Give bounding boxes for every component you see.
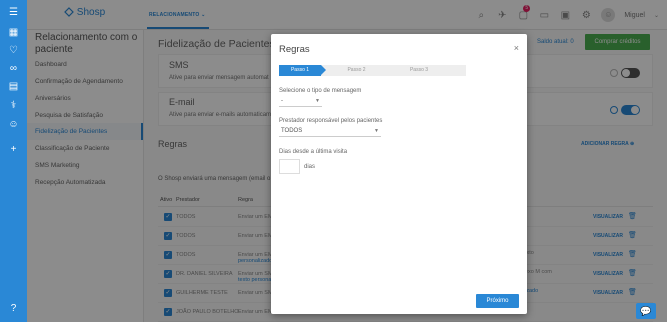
next-button[interactable]: Próximo: [476, 294, 519, 308]
days-input[interactable]: [279, 159, 300, 174]
chat-icon[interactable]: 💬: [636, 303, 656, 319]
left-rail: ☰ ▦ ♡ ∞ ▤ ⚕ ☺ + ?: [0, 0, 27, 322]
close-icon[interactable]: ×: [514, 43, 519, 53]
prestador-label: Prestador responsável pelos pacientes: [279, 118, 383, 124]
stethoscope-icon[interactable]: ⚕: [6, 99, 21, 112]
days-label: Dias desde a última visita: [279, 149, 348, 155]
heart-icon[interactable]: ♡: [6, 44, 21, 57]
step-1: Passo 1: [279, 65, 326, 76]
rules-modal: Regras × Passo 1 Passo 2 Passo 3 Selecio…: [271, 34, 527, 314]
step-progress: Passo 1 Passo 2 Passo 3: [279, 65, 466, 76]
message-type-select[interactable]: - ▼: [279, 95, 322, 107]
users-icon[interactable]: ☺: [6, 118, 21, 131]
link-icon[interactable]: ∞: [6, 62, 21, 75]
menu-icon[interactable]: ☰: [6, 6, 21, 19]
plus-icon[interactable]: +: [6, 143, 21, 156]
message-type-label: Selecione o tipo de mensagem: [279, 88, 362, 94]
grid-icon[interactable]: ▦: [6, 26, 21, 39]
caret-down-icon: ▼: [315, 98, 320, 104]
prestador-select[interactable]: TODOS ▼: [279, 125, 381, 137]
prestador-value: TODOS: [281, 128, 303, 134]
list-icon[interactable]: ▤: [6, 80, 21, 93]
step-3: Passo 3: [409, 67, 429, 73]
message-type-value: -: [281, 98, 283, 104]
caret-down-icon: ▼: [374, 128, 379, 134]
step-2: Passo 2: [347, 67, 366, 73]
days-unit: dias: [304, 164, 316, 170]
modal-title: Regras: [279, 44, 310, 55]
help-icon[interactable]: ?: [6, 302, 21, 315]
